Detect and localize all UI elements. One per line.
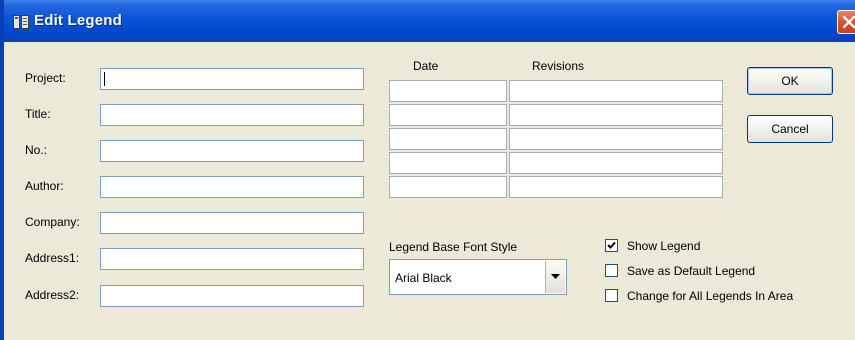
revision-date-cell[interactable] xyxy=(389,104,507,126)
revision-text-cell[interactable] xyxy=(509,152,723,174)
company-label: Company: xyxy=(25,215,80,229)
window-title: Edit Legend xyxy=(34,12,123,29)
checkmark-icon xyxy=(607,241,616,249)
close-icon xyxy=(842,15,855,29)
author-label: Author: xyxy=(25,179,64,193)
title-bar[interactable]: Edit Legend xyxy=(4,0,855,42)
change-all-checkbox[interactable] xyxy=(605,289,618,302)
edit-legend-dialog: Edit Legend Project: Title: No.: Author:… xyxy=(0,0,855,340)
no-label: No.: xyxy=(25,143,48,157)
date-column-header: Date xyxy=(413,59,439,73)
revision-date-cell[interactable] xyxy=(389,176,507,198)
dropdown-button[interactable] xyxy=(545,261,565,293)
revision-text-cell[interactable] xyxy=(509,128,723,150)
font-style-select[interactable]: Arial Black xyxy=(389,259,567,295)
text-cursor xyxy=(104,72,105,86)
legend-app-icon xyxy=(13,14,29,30)
number-input[interactable] xyxy=(100,140,364,162)
address2-label: Address2: xyxy=(25,288,80,302)
title-label: Title: xyxy=(25,107,51,121)
revision-date-cell[interactable] xyxy=(389,152,507,174)
change-all-label[interactable]: Change for All Legends In Area xyxy=(627,289,793,303)
revision-text-cell[interactable] xyxy=(509,80,723,102)
font-style-value: Arial Black xyxy=(395,271,452,285)
project-input[interactable] xyxy=(100,68,364,90)
revision-text-cell[interactable] xyxy=(509,176,723,198)
ok-button[interactable]: OK xyxy=(747,67,833,95)
chevron-down-icon xyxy=(551,274,560,279)
revision-text-cell[interactable] xyxy=(509,104,723,126)
company-input[interactable] xyxy=(100,212,364,234)
revision-date-cell[interactable] xyxy=(389,128,507,150)
save-default-label[interactable]: Save as Default Legend xyxy=(627,264,755,278)
show-legend-label[interactable]: Show Legend xyxy=(627,239,700,253)
address1-input[interactable] xyxy=(100,248,364,270)
revisions-column-header: Revisions xyxy=(532,59,585,73)
font-style-label: Legend Base Font Style xyxy=(389,240,518,254)
revision-date-cell[interactable] xyxy=(389,80,507,102)
project-label: Project: xyxy=(25,71,66,85)
address2-input[interactable] xyxy=(100,285,364,307)
show-legend-checkbox[interactable] xyxy=(605,239,618,252)
save-default-checkbox[interactable] xyxy=(605,264,618,277)
address1-label: Address1: xyxy=(25,251,80,265)
author-input[interactable] xyxy=(100,176,364,198)
cancel-button[interactable]: Cancel xyxy=(747,115,833,143)
title-input[interactable] xyxy=(100,104,364,126)
close-button[interactable] xyxy=(837,10,855,34)
